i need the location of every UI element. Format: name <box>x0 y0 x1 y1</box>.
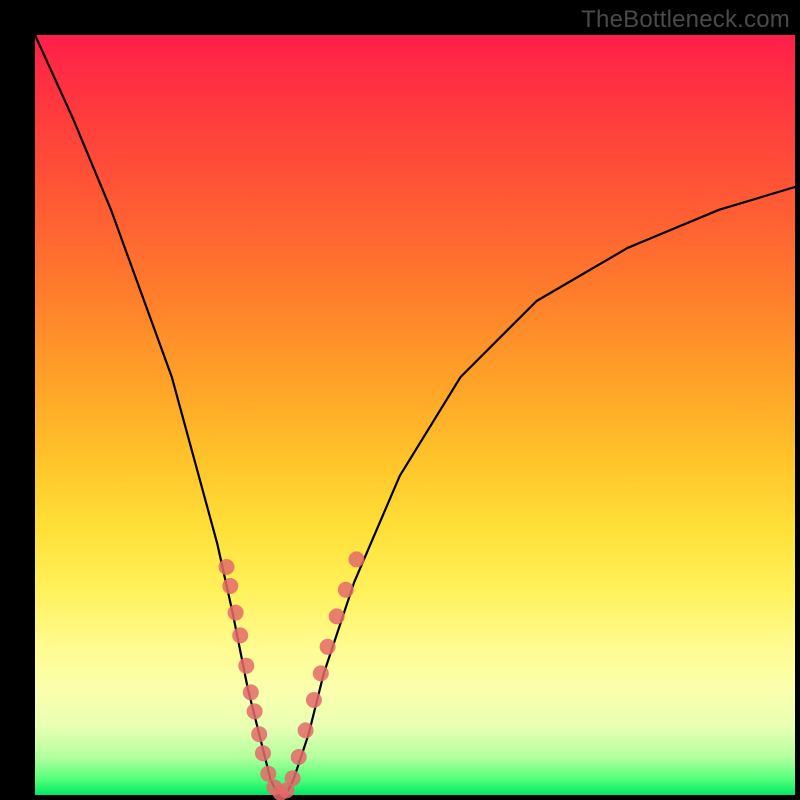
plot-area <box>35 35 795 795</box>
data-marker <box>219 559 235 575</box>
data-marker <box>338 582 354 598</box>
data-marker <box>243 684 259 700</box>
data-marker <box>298 722 314 738</box>
data-marker <box>291 749 307 765</box>
data-marker <box>238 658 254 674</box>
data-marker <box>320 639 336 655</box>
data-marker <box>232 627 248 643</box>
data-marker <box>306 692 322 708</box>
data-marker <box>247 703 263 719</box>
data-marker <box>228 605 244 621</box>
data-marker <box>313 665 329 681</box>
data-marker <box>222 578 238 594</box>
data-marker <box>260 766 276 782</box>
data-marker <box>285 770 301 786</box>
bottleneck-curve <box>35 35 795 795</box>
data-marker <box>329 608 345 624</box>
data-marker <box>349 551 365 567</box>
watermark-label: TheBottleneck.com <box>581 6 790 34</box>
data-marker <box>255 745 271 761</box>
data-marker <box>251 726 267 742</box>
chart-frame: TheBottleneck.com <box>0 0 800 800</box>
